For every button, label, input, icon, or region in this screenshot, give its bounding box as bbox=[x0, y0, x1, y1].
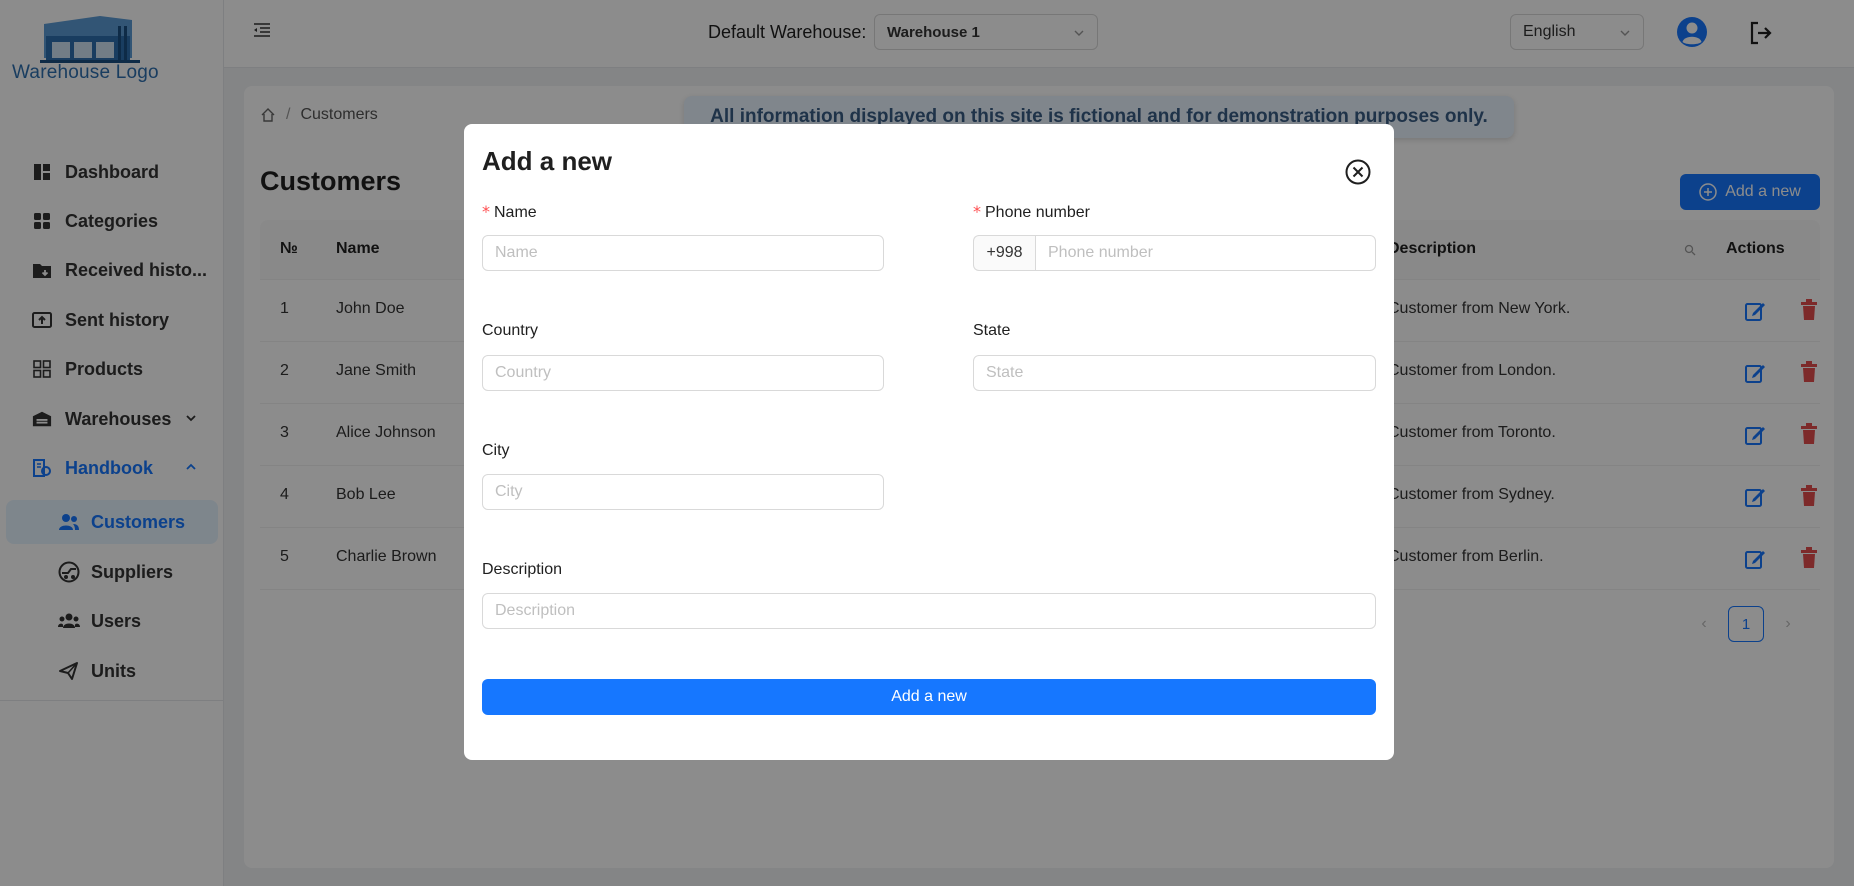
modal-title: Add a new bbox=[482, 146, 613, 176]
phone-label-text: Phone number bbox=[985, 204, 1090, 221]
country-input[interactable] bbox=[482, 355, 884, 391]
close-icon[interactable] bbox=[1344, 158, 1372, 186]
state-input[interactable] bbox=[973, 355, 1376, 391]
city-label: City bbox=[482, 442, 510, 459]
phone-country-code: +998 bbox=[973, 235, 1035, 271]
required-marker: * bbox=[973, 202, 981, 221]
phone-input[interactable] bbox=[1035, 235, 1376, 271]
country-label: Country bbox=[482, 322, 539, 339]
name-input[interactable] bbox=[482, 235, 884, 271]
description-input[interactable] bbox=[482, 593, 1376, 629]
phone-label: * Phone number bbox=[973, 202, 1090, 222]
add-customer-modal: Add a new *Name *Phone number +998 Count… bbox=[464, 124, 1394, 760]
city-input[interactable] bbox=[482, 474, 884, 510]
name-label: * Name bbox=[482, 202, 537, 222]
submit-add-button[interactable]: Add a new bbox=[482, 679, 1376, 715]
required-marker: * bbox=[482, 202, 490, 221]
description-label: Description bbox=[482, 561, 563, 578]
state-label: State bbox=[973, 322, 1011, 339]
name-label-text: Name bbox=[494, 204, 537, 221]
